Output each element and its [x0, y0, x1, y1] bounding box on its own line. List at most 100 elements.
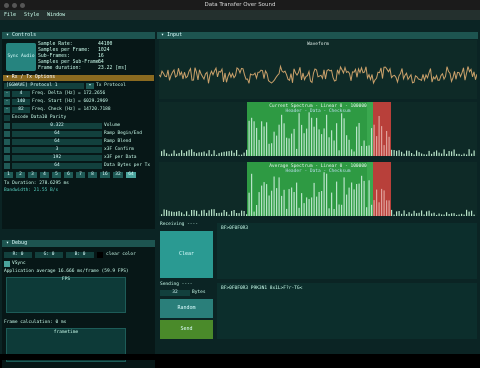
- minus-icon[interactable]: -: [4, 99, 10, 105]
- slider-blend[interactable]: 64: [12, 139, 102, 145]
- spectrum-bar: [396, 150, 398, 156]
- input-header[interactable]: ▾ Input: [157, 32, 478, 39]
- tab-rx-tx-options[interactable]: ▾ Rx / Tx Options: [3, 75, 154, 81]
- byte-button[interactable]: 8: [88, 172, 97, 178]
- spectrum-bar: [173, 150, 175, 156]
- spectrum-bar: [296, 148, 298, 156]
- slider-handle[interactable]: [4, 123, 10, 129]
- spectrum-bar: [213, 150, 215, 156]
- spectrum-bar: [223, 151, 225, 156]
- byte-button[interactable]: 3: [28, 172, 37, 178]
- stat-frame-duration: Frame duration: 23.22 [ms]: [38, 66, 127, 72]
- encode-label: Encode Data10 Parity: [12, 115, 67, 120]
- window-controls[interactable]: [4, 2, 25, 8]
- spectrum-bar: [278, 124, 280, 156]
- minus-icon[interactable]: -: [4, 107, 10, 113]
- byte-button-selected[interactable]: 64: [126, 172, 136, 178]
- byte-button[interactable]: 6: [64, 172, 73, 178]
- slider-volume-row: 0.322 Volume: [4, 123, 154, 129]
- spectrum-bar: [411, 153, 413, 156]
- rx-text-area[interactable]: BF>0F0F0R3: [217, 223, 477, 279]
- spectrum-bar: [358, 123, 360, 156]
- spectrum-bar: [368, 180, 370, 216]
- slider-volume[interactable]: 0.322: [12, 123, 102, 129]
- spectrum-bar: [243, 211, 245, 216]
- slider-handle[interactable]: [4, 147, 10, 153]
- spectrum-bar: [348, 187, 350, 216]
- spectrum-bar: [223, 210, 225, 216]
- menu-window[interactable]: Window: [47, 12, 65, 18]
- minus-icon[interactable]: -: [4, 91, 10, 97]
- spectrum-bar: [178, 211, 180, 216]
- spectrum-bar: [233, 152, 235, 156]
- bytes-input[interactable]: 32: [160, 290, 190, 296]
- clear-button[interactable]: Clear: [160, 231, 213, 278]
- minimize-dot[interactable]: [12, 2, 17, 8]
- spectrum-bar: [176, 153, 178, 156]
- spectrum-bar: [268, 143, 270, 156]
- send-button-label: Send: [180, 326, 193, 332]
- app-logo: Sync Audio: [6, 43, 36, 71]
- color-r[interactable]: R: 0: [4, 252, 32, 258]
- stat-value: 1024: [98, 48, 110, 53]
- waveform-line: [159, 64, 477, 85]
- spectrum-bar: [388, 136, 390, 156]
- slider-handle[interactable]: [4, 139, 10, 145]
- protocol-select[interactable]: [GGWAVE] Protocol 1: [4, 83, 84, 89]
- send-button[interactable]: Send: [160, 320, 213, 339]
- spectrum-bar: [378, 116, 380, 156]
- color-swatch[interactable]: [97, 252, 103, 258]
- debug-header[interactable]: ▾ Debug: [2, 240, 155, 247]
- freq-start-label: Freq. Start [Hz] = 6029.2969: [32, 99, 108, 104]
- byte-button[interactable]: 32: [113, 172, 123, 178]
- slider-perdata[interactable]: 192: [12, 155, 102, 161]
- byte-button[interactable]: 7: [76, 172, 85, 178]
- spectrum-bar: [273, 176, 275, 216]
- zoom-dot[interactable]: [20, 2, 25, 8]
- freq-start-input[interactable]: 140: [12, 99, 30, 105]
- spectrum-bar: [188, 214, 190, 216]
- slider-ramp[interactable]: 64: [12, 131, 102, 137]
- color-b[interactable]: B: 0: [66, 252, 94, 258]
- slider-handle[interactable]: [4, 163, 10, 169]
- spectrum-bar: [236, 213, 238, 216]
- encode-checkbox[interactable]: [4, 115, 10, 121]
- chevron-down-icon[interactable]: ▾: [86, 83, 94, 89]
- menu-bar: File Style Window: [0, 10, 480, 20]
- byte-button[interactable]: 16: [100, 172, 110, 178]
- spectrum-bar: [336, 123, 338, 156]
- spectrum-bar: [471, 153, 473, 156]
- spectrum-bar: [288, 189, 290, 216]
- controls-header[interactable]: ▾ Controls: [2, 32, 155, 39]
- spectrum-bar: [416, 213, 418, 216]
- slider-bytes[interactable]: 64: [12, 163, 102, 169]
- vsync-checkbox[interactable]: [4, 261, 10, 267]
- byte-button[interactable]: 1: [4, 172, 13, 178]
- slider-handle[interactable]: [4, 131, 10, 137]
- freq-delta-row: - 4 Freq. Delta [Hz] = 172.2656: [4, 91, 154, 97]
- freq-check-input[interactable]: 82: [12, 107, 30, 113]
- spectrum-bar: [323, 128, 325, 156]
- spectrum-bar: [321, 134, 323, 156]
- spectrum-bar: [206, 212, 208, 216]
- menu-style[interactable]: Style: [24, 12, 39, 18]
- byte-button[interactable]: 2: [16, 172, 25, 178]
- spectrum-bar: [238, 154, 240, 156]
- tx-text-area[interactable]: BF>0F0F0R3 P9K3N1 8x1L>F?r-TG<: [217, 283, 477, 339]
- byte-button[interactable]: 5: [52, 172, 61, 178]
- spectrum-bar: [381, 188, 383, 216]
- spectrum-bar: [258, 192, 260, 216]
- spectrum-bar: [211, 154, 213, 156]
- color-g[interactable]: G: 0: [35, 252, 63, 258]
- random-button[interactable]: Random: [160, 299, 213, 318]
- byte-button[interactable]: 4: [40, 172, 49, 178]
- rx-text: BF>0F0F0R3: [221, 226, 249, 231]
- spectrum-bar: [276, 188, 278, 216]
- freq-delta-input[interactable]: 4: [12, 91, 30, 97]
- close-dot[interactable]: [4, 2, 9, 8]
- spectrum-bar: [298, 113, 300, 156]
- spectrum-bar: [311, 197, 313, 216]
- slider-confirm[interactable]: 3: [12, 147, 102, 153]
- menu-file[interactable]: File: [4, 12, 16, 18]
- slider-handle[interactable]: [4, 155, 10, 161]
